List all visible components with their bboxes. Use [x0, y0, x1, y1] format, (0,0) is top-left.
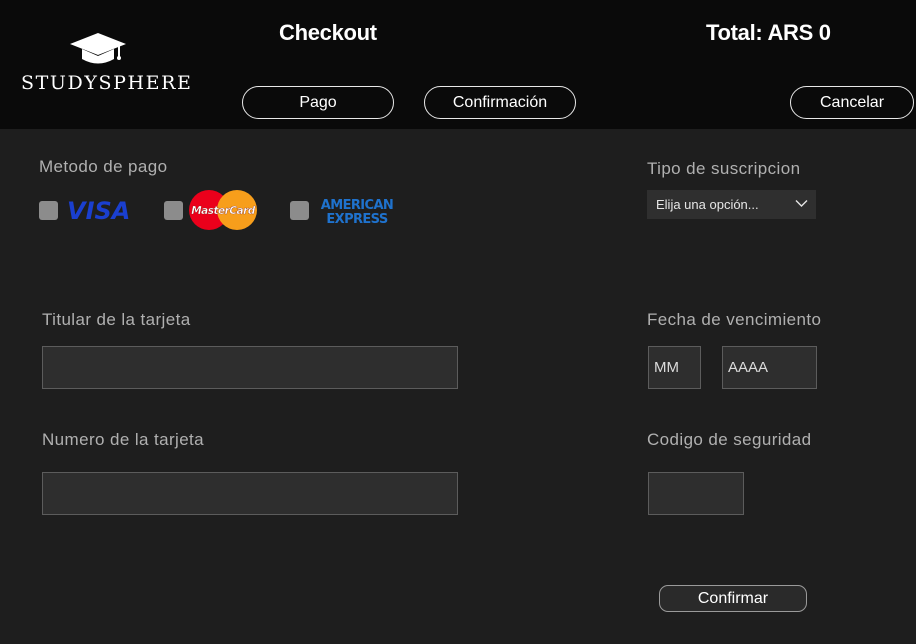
tab-pago[interactable]: Pago — [242, 86, 394, 119]
security-code-input[interactable] — [648, 472, 744, 515]
expiry-year-input[interactable] — [722, 346, 817, 389]
payment-method-label: Metodo de pago — [39, 157, 168, 176]
mastercard-logo-icon[interactable]: MasterCard — [188, 189, 258, 231]
card-number-input[interactable] — [42, 472, 458, 515]
subscription-select-value: Elija una opción... — [656, 197, 759, 212]
logo-wordmark: STUDYSPHERE — [21, 72, 193, 94]
graduation-cap-icon — [70, 33, 126, 64]
chevron-down-icon — [795, 200, 808, 207]
page-title: Checkout — [279, 20, 377, 45]
security-code-label: Codigo de seguridad — [647, 430, 812, 449]
svg-text:MasterCard: MasterCard — [191, 205, 256, 217]
expiry-date-label: Fecha de vencimiento — [647, 310, 822, 329]
amex-logo-icon[interactable]: AMERICAN EXPRESS — [314, 196, 400, 226]
svg-text:VISA: VISA — [67, 197, 130, 224]
svg-text:EXPRESS: EXPRESS — [326, 212, 388, 226]
studysphere-logo[interactable]: STUDYSPHERE — [18, 32, 191, 94]
order-total: Total: ARS 0 — [706, 20, 831, 45]
visa-checkbox[interactable] — [39, 201, 58, 220]
subscription-select[interactable]: Elija una opción... — [647, 190, 816, 219]
card-number-label: Numero de la tarjeta — [42, 430, 205, 449]
card-holder-label: Titular de la tarjeta — [42, 310, 191, 329]
confirm-button[interactable]: Confirmar — [659, 585, 807, 612]
card-holder-input[interactable] — [42, 346, 458, 389]
visa-logo-icon[interactable]: VISA — [66, 196, 132, 224]
mastercard-checkbox[interactable] — [164, 201, 183, 220]
svg-text:AMERICAN: AMERICAN — [321, 198, 393, 213]
subscription-type-label: Tipo de suscripcion — [647, 159, 801, 178]
amex-checkbox[interactable] — [290, 201, 309, 220]
cancel-button[interactable]: Cancelar — [790, 86, 914, 119]
header-bar: STUDYSPHERE Checkout Total: ARS 0 Pago C… — [0, 0, 916, 129]
tab-confirmacion[interactable]: Confirmación — [424, 86, 576, 119]
expiry-month-input[interactable] — [648, 346, 701, 389]
